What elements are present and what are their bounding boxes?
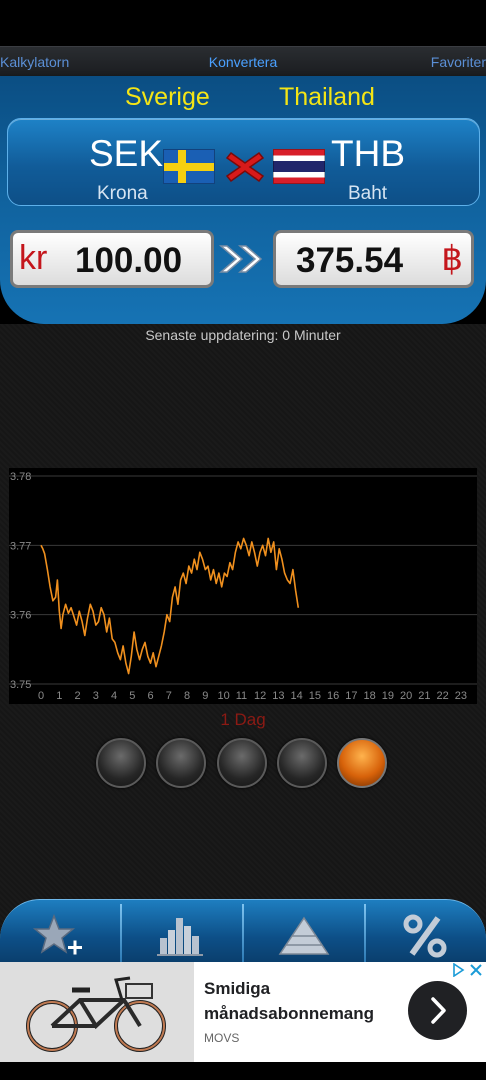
x-tick-label: 17 xyxy=(345,690,357,702)
x-tick-label: 3 xyxy=(93,690,99,702)
period-selector-3[interactable] xyxy=(217,738,267,788)
x-tick-label: 4 xyxy=(111,690,117,702)
x-tick-label: 0 xyxy=(38,690,44,702)
from-country-label[interactable]: Sverige xyxy=(125,83,210,112)
x-tick-label: 19 xyxy=(382,690,394,702)
top-tab-bar: Kalkylatorn Konvertera Favoriter xyxy=(0,46,486,76)
thailand-flag-icon[interactable] xyxy=(273,149,325,184)
to-amount-field[interactable]: 375.54 ฿ xyxy=(273,230,474,288)
x-tick-label: 1 xyxy=(56,690,62,702)
bar-chart-icon xyxy=(157,918,203,956)
from-currency-name: Krona xyxy=(97,183,148,204)
x-tick-label: 2 xyxy=(75,690,81,702)
period-selector-1[interactable] xyxy=(96,738,146,788)
pyramid-icon xyxy=(278,916,330,955)
y-tick-label: 3.77 xyxy=(10,540,31,552)
rate-chart-svg: 3.783.773.763.750 1 2 3 4 5 6 7 8 9 10 11 12 13 14 15 16… xyxy=(9,471,477,702)
chart-button[interactable] xyxy=(122,900,243,964)
ad-title[interactable]: Smidiga månadsabonnemang xyxy=(204,976,404,1026)
ad-image[interactable] xyxy=(0,962,194,1062)
x-tick-label: 21 xyxy=(418,690,430,702)
percent-button[interactable] xyxy=(366,900,486,964)
ad-banner[interactable]: Smidiga månadsabonnemang MOVS xyxy=(0,962,486,1062)
from-amount-value: 100.00 xyxy=(75,241,183,280)
to-amount-value: 375.54 xyxy=(296,241,404,280)
tab-favorites[interactable]: Favoriter xyxy=(431,54,486,70)
to-currency-name: Baht xyxy=(348,183,388,204)
from-currency-code[interactable]: SEK xyxy=(89,133,163,175)
last-updated-text: Senaste uppdatering: 0 Minuter xyxy=(145,327,341,343)
tab-convert[interactable]: Konvertera xyxy=(0,54,486,70)
star-add-icon xyxy=(32,913,82,955)
to-currency-code[interactable]: THB xyxy=(331,133,405,175)
to-currency-symbol: ฿ xyxy=(441,240,463,278)
x-tick-label: 6 xyxy=(148,690,154,702)
ad-choices-icon[interactable] xyxy=(452,962,484,980)
percent-icon xyxy=(403,914,447,958)
period-selector-2[interactable] xyxy=(156,738,206,788)
period-selector-5[interactable] xyxy=(337,738,387,788)
y-tick-label: 3.76 xyxy=(10,610,31,622)
x-tick-label: 10 xyxy=(218,690,230,702)
double-chevron-right-icon xyxy=(218,245,263,273)
bicycle-image xyxy=(0,962,194,1062)
x-tick-label: 14 xyxy=(291,690,303,702)
rate-series-line xyxy=(40,537,300,675)
ad-brand: MOVS xyxy=(204,1031,240,1045)
ad-open-button[interactable] xyxy=(408,981,467,1040)
status-bar xyxy=(0,0,486,46)
period-selector-4[interactable] xyxy=(277,738,327,788)
from-currency-symbol: kr xyxy=(19,239,48,277)
x-tick-label: 8 xyxy=(184,690,190,702)
sweden-flag-icon[interactable] xyxy=(163,149,215,184)
period-label: 1 Dag xyxy=(220,710,266,729)
from-amount-field[interactable]: kr 100.00 xyxy=(10,230,214,288)
bottom-toolbar xyxy=(0,899,486,963)
x-tick-label: 16 xyxy=(327,690,339,702)
navigation-bar xyxy=(0,1062,486,1080)
pyramid-button[interactable] xyxy=(244,900,365,964)
swap-currencies-icon[interactable] xyxy=(225,149,265,185)
x-tick-label: 7 xyxy=(166,690,172,702)
x-tick-label: 13 xyxy=(272,690,284,702)
add-favorite-button[interactable] xyxy=(0,900,121,964)
chevron-right-icon xyxy=(431,997,446,1024)
x-tick-label: 5 xyxy=(129,690,135,702)
to-country-label[interactable]: Thailand xyxy=(279,83,375,112)
x-tick-label: 12 xyxy=(254,690,266,702)
x-tick-label: 11 xyxy=(236,690,247,702)
x-tick-label: 9 xyxy=(202,690,208,702)
converter-panel: Sverige Thailand SEK Krona THB Baht kr 1… xyxy=(0,76,486,324)
rate-chart[interactable]: 3.78 3.77 3.76 3.75 0 1 2 3 4 5 6 7 8 9 10 11 12 13 14 15 16… xyxy=(9,468,477,704)
x-tick-label: 20 xyxy=(400,690,412,702)
x-tick-label: 18 xyxy=(364,690,376,702)
y-tick-label: 3.78 xyxy=(10,471,31,483)
currency-pair-panel: SEK Krona THB Baht xyxy=(7,118,480,206)
x-tick-label: 15 xyxy=(309,690,321,702)
y-tick-label: 3.75 xyxy=(10,679,31,691)
x-tick-label: 23 xyxy=(455,690,467,702)
x-tick-label: 22 xyxy=(437,690,449,702)
